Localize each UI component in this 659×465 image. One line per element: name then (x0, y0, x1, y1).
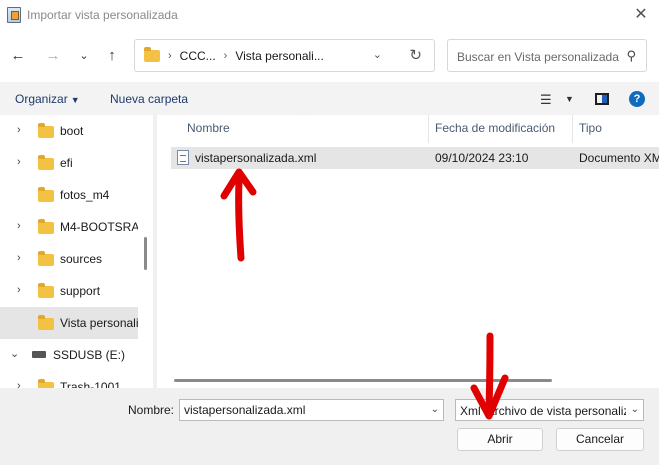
column-headers: ⌃ Nombre Fecha de modificación Tipo (157, 115, 659, 143)
breadcrumb-item[interactable]: CCC... (180, 49, 216, 63)
file-name-combobox[interactable]: ⌄ (179, 399, 444, 421)
sidebar-item-m4-bootsrapper[interactable]: › M4-BOOTSRAPPER (0, 211, 138, 243)
file-list[interactable]: ⌃ Nombre Fecha de modificación Tipo vist… (157, 115, 659, 388)
close-icon[interactable]: ✕ (631, 5, 651, 25)
sidebar-item-boot[interactable]: › boot (0, 115, 138, 147)
chevron-down-icon[interactable]: ⌄ (631, 404, 639, 415)
breadcrumb-item[interactable]: Vista personali... (235, 49, 324, 63)
sidebar-item-label: M4-BOOTSRAPPER (60, 220, 138, 234)
sidebar-item-label: support (60, 284, 101, 298)
new-folder-button[interactable]: Nueva carpeta (110, 92, 188, 106)
chevron-right-icon[interactable]: › (17, 284, 21, 296)
sidebar-item-vista-personalizada[interactable]: Vista personalizada (0, 307, 138, 339)
title-bar: Importar vista personalizada ✕ (0, 0, 659, 30)
sidebar-item-fotos-m4[interactable]: fotos_m4 (0, 179, 138, 211)
caret-down-icon: ▼ (70, 95, 80, 105)
chevron-down-icon[interactable]: ⌄ (431, 404, 439, 415)
sidebar-item-sources[interactable]: › sources (0, 243, 138, 275)
sidebar-item-support[interactable]: › support (0, 275, 138, 307)
chevron-right-icon[interactable]: › (17, 380, 21, 388)
file-name-label: Nombre: (128, 403, 175, 417)
address-bar[interactable]: › CCC... › Vista personali... ⌄ ↻ (134, 39, 435, 72)
usb-drive-icon (32, 351, 46, 358)
window-title: Importar vista personalizada (27, 8, 178, 22)
folder-icon (38, 315, 54, 330)
folder-icon (38, 283, 54, 298)
chevron-right-icon[interactable]: › (17, 156, 21, 168)
address-dropdown-chevron-icon[interactable]: ⌄ (373, 48, 382, 61)
up-arrow-icon[interactable]: ↑ (103, 47, 121, 65)
sidebar-item-label: boot (60, 124, 84, 138)
file-type-value: Xml (archivo de vista personalizada) (460, 404, 626, 418)
open-button[interactable]: Abrir (457, 428, 543, 451)
refresh-icon[interactable]: ↻ (409, 46, 422, 64)
folder-icon (38, 187, 54, 202)
breadcrumb-separator-icon[interactable]: › (168, 50, 172, 62)
search-placeholder[interactable]: Buscar en Vista personalizada (457, 50, 619, 64)
forward-arrow-icon[interactable]: → (44, 47, 62, 65)
chevron-down-icon[interactable]: ⌄ (10, 347, 19, 360)
organize-label: Organizar (15, 92, 68, 106)
folder-icon (38, 155, 54, 170)
sidebar-item-label: efi (60, 156, 73, 170)
help-icon[interactable]: ? (629, 91, 645, 107)
chevron-right-icon[interactable]: › (17, 124, 21, 136)
column-divider[interactable] (572, 115, 573, 143)
sidebar-item-label: SSDUSB (E:) (53, 348, 126, 362)
folder-icon (144, 46, 160, 62)
sidebar-item-label: Trash-1001 (60, 380, 121, 388)
sidebar-scrollbar-thumb[interactable] (144, 237, 147, 270)
breadcrumb-separator-icon[interactable]: › (224, 50, 228, 62)
navigation-pane[interactable]: › boot › efi fotos_m4 › M4-BOOTSRAPPER ›… (0, 115, 153, 388)
caret-down-icon[interactable]: ▼ (565, 94, 574, 104)
chevron-right-icon[interactable]: › (17, 220, 21, 232)
column-header-modified[interactable]: Fecha de modificación (435, 121, 555, 135)
search-icon[interactable]: ⚲ (626, 48, 636, 64)
column-divider[interactable] (428, 115, 429, 143)
sidebar-item-ssdusb-drive[interactable]: ⌄ SSDUSB (E:) (0, 339, 138, 371)
file-modified: 09/10/2024 23:10 (435, 151, 529, 165)
folder-icon (38, 219, 54, 234)
folder-icon (38, 251, 54, 266)
cancel-button[interactable]: Cancelar (556, 428, 644, 451)
back-arrow-icon[interactable]: ← (9, 47, 27, 65)
organize-button[interactable]: Organizar ▼ (15, 92, 80, 106)
column-header-type[interactable]: Tipo (579, 121, 602, 135)
app-icon (7, 7, 21, 23)
file-name: vistapersonalizada.xml (195, 151, 317, 165)
command-toolbar: Organizar ▼ Nueva carpeta ☰ ▼ ? (0, 82, 659, 115)
folder-icon (38, 123, 54, 138)
file-type: Documento XML (579, 151, 659, 165)
view-options-icon[interactable]: ☰ (540, 92, 552, 108)
sidebar-item-label: Vista personalizada (60, 316, 138, 330)
file-name-input[interactable] (184, 403, 419, 417)
file-row[interactable]: vistapersonalizada.xml 09/10/2024 23:10 … (171, 147, 659, 169)
xml-file-icon (177, 150, 189, 165)
recent-locations-chevron-icon[interactable]: ⌄ (75, 47, 93, 65)
navigation-bar: ← → ⌄ ↑ › CCC... › Vista personali... ⌄ … (0, 30, 659, 82)
dialog-footer: Nombre: ⌄ Xml (archivo de vista personal… (0, 388, 659, 465)
sort-ascending-icon: ⌃ (300, 115, 309, 123)
sidebar-item-label: fotos_m4 (60, 188, 110, 202)
horizontal-scrollbar-thumb[interactable] (174, 379, 552, 382)
sidebar-item-label: sources (60, 252, 103, 266)
column-header-name[interactable]: Nombre (187, 121, 230, 135)
search-box[interactable]: Buscar en Vista personalizada ⚲ (447, 39, 647, 72)
preview-pane-icon[interactable] (595, 93, 609, 105)
sidebar-item-trash-1001[interactable]: › Trash-1001 (0, 371, 138, 388)
chevron-right-icon[interactable]: › (17, 252, 21, 264)
file-type-select[interactable]: Xml (archivo de vista personalizada) ⌄ (455, 399, 644, 421)
sidebar-item-efi[interactable]: › efi (0, 147, 138, 179)
